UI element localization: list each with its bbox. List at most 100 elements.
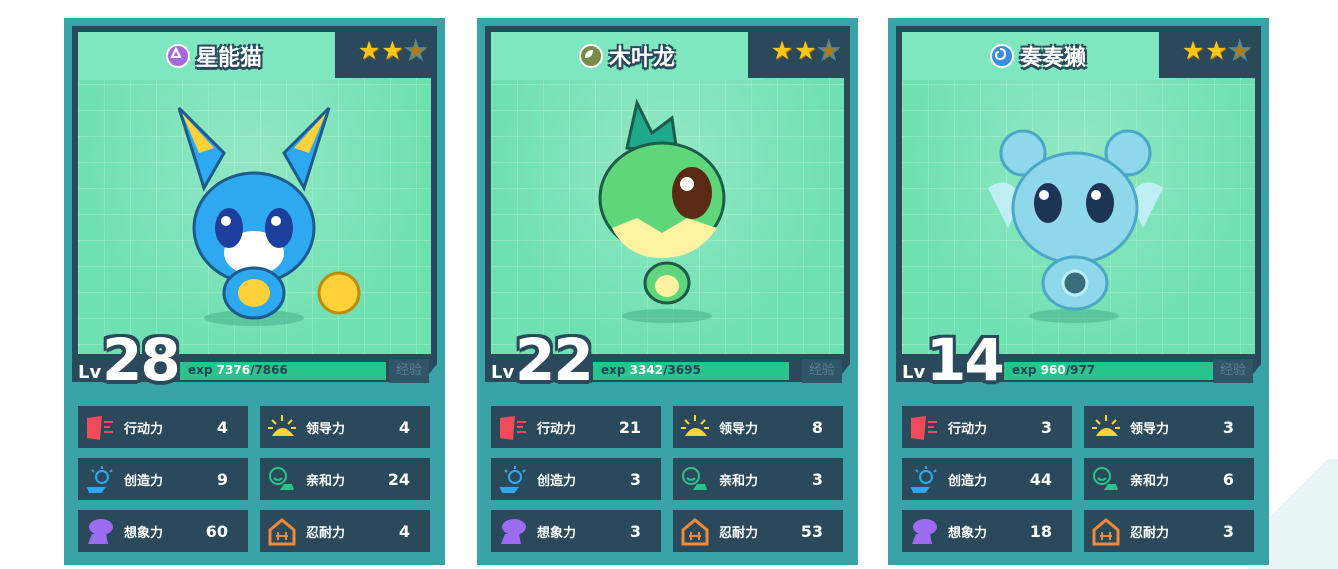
pet-name: 星能猫 — [64, 40, 364, 72]
stat-creativity: 创造力 9 — [78, 458, 248, 500]
star-rating: ★ ★ ★ — [1182, 36, 1252, 65]
stat-value: 3 — [629, 521, 641, 541]
stat-value: 6 — [1222, 469, 1234, 489]
element-icon — [578, 44, 603, 68]
star-empty-icon: ★ — [817, 36, 841, 65]
exp-button[interactable]: 经验 — [1213, 359, 1253, 383]
level-label: Lv — [78, 362, 102, 383]
stat-label: 亲和力 — [719, 473, 759, 489]
stat-label: 想象力 — [124, 525, 164, 541]
stat-label: 行动力 — [948, 421, 988, 437]
stat-leadership: 领导力 3 — [1084, 406, 1254, 448]
stat-value: 53 — [800, 521, 823, 541]
exp-text: exp 960/977 — [1012, 363, 1095, 377]
exp-text: exp 3342/3695 — [601, 363, 701, 377]
stat-value: 60 — [205, 521, 228, 541]
stat-label: 想象力 — [948, 525, 988, 541]
pet-card-1[interactable]: ★ ★ ★ 星能猫 Lv 28 exp 7376/7866 经验 行动力 4 领… — [64, 18, 445, 565]
stat-affinity: 亲和力 24 — [260, 458, 430, 500]
leadership-icon — [681, 415, 709, 436]
pet-name: 奏奏獭 — [888, 40, 1188, 72]
stat-label: 想象力 — [537, 525, 577, 541]
stat-label: 领导力 — [719, 421, 759, 437]
stat-affinity: 亲和力 6 — [1084, 458, 1254, 500]
affinity-icon — [682, 467, 707, 490]
action-icon — [87, 416, 113, 440]
stats-grid: 行动力 3 领导力 3 创造力 44 亲和力 6 想象力 18 忍耐力 3 — [902, 406, 1255, 552]
exp-max: /7866 — [250, 363, 288, 377]
stat-label: 创造力 — [948, 473, 988, 489]
stat-value: 3 — [811, 469, 823, 489]
stat-label: 亲和力 — [1130, 473, 1170, 489]
stat-endurance: 忍耐力 53 — [673, 510, 843, 552]
stat-value: 3 — [1040, 417, 1052, 437]
exp-current: 7376 — [216, 363, 251, 377]
stat-value: 3 — [1222, 521, 1234, 541]
endurance-icon — [681, 518, 709, 546]
exp-current: 3342 — [629, 363, 664, 377]
leadership-icon — [268, 415, 296, 436]
level-number: 14 — [926, 326, 1005, 394]
star-filled-icon: ★ — [381, 36, 404, 65]
endurance-icon — [1092, 518, 1120, 546]
stat-action: 行动力 21 — [491, 406, 661, 448]
affinity-icon — [269, 467, 294, 490]
pet-name-label: 奏奏獭 — [1019, 46, 1086, 71]
star-rating: ★ ★ ★ — [771, 36, 841, 65]
star-filled-icon: ★ — [794, 36, 817, 65]
stat-value: 4 — [398, 417, 410, 437]
stats-grid: 行动力 4 领导力 4 创造力 9 亲和力 24 想象力 60 忍耐力 4 — [78, 406, 431, 552]
stat-label: 亲和力 — [306, 473, 346, 489]
pet-name-label: 星能猫 — [195, 46, 262, 71]
level-row: Lv 28 exp 7376/7866 经验 — [72, 326, 437, 394]
level-number: 22 — [515, 326, 594, 394]
stat-label: 忍耐力 — [719, 525, 759, 541]
creativity-icon — [499, 466, 526, 493]
stat-imagination: 想象力 18 — [902, 510, 1072, 552]
stat-label: 领导力 — [1130, 421, 1170, 437]
stat-label: 创造力 — [124, 473, 164, 489]
pet-sprite — [988, 129, 1163, 323]
stat-value: 4 — [216, 417, 228, 437]
exp-label: exp — [188, 363, 213, 377]
exp-max: /977 — [1065, 363, 1096, 377]
star-empty-icon: ★ — [404, 36, 428, 65]
stat-label: 领导力 — [306, 421, 346, 437]
pet-sprite — [598, 98, 726, 323]
star-filled-icon: ★ — [1205, 36, 1228, 65]
exp-text: exp 7376/7866 — [188, 363, 288, 377]
imagination-icon — [88, 519, 113, 544]
endurance-icon — [268, 518, 296, 546]
star-rating: ★ ★ ★ — [358, 36, 428, 65]
imagination-icon — [912, 519, 937, 544]
exp-button[interactable]: 经验 — [802, 359, 842, 383]
leadership-icon — [1092, 415, 1120, 436]
stat-value: 8 — [811, 417, 823, 437]
level-label: Lv — [491, 362, 515, 383]
affinity-icon — [1093, 467, 1118, 490]
stat-value: 44 — [1029, 469, 1052, 489]
pet-card-2[interactable]: ★ ★ ★ 木叶龙 Lv 22 exp 3342/3695 经验 行动力 21 — [477, 18, 858, 565]
action-icon — [500, 416, 526, 440]
stat-value: 18 — [1029, 521, 1052, 541]
pet-sprite — [177, 106, 361, 326]
level-row: Lv 22 exp 3342/3695 经验 — [485, 326, 850, 394]
stat-value: 21 — [618, 417, 641, 437]
stat-action: 行动力 3 — [902, 406, 1072, 448]
level-number: 28 — [102, 326, 181, 394]
exp-label: exp — [601, 363, 626, 377]
stat-value: 9 — [216, 469, 228, 489]
exp-button[interactable]: 经验 — [389, 359, 429, 383]
stat-imagination: 想象力 60 — [78, 510, 248, 552]
pet-card-3[interactable]: ★ ★ ★ 奏奏獭 Lv 14 exp 960/977 经验 行动力 3 领导力… — [888, 18, 1269, 565]
stat-creativity: 创造力 44 — [902, 458, 1072, 500]
stat-label: 创造力 — [537, 473, 577, 489]
stat-label: 忍耐力 — [306, 525, 346, 541]
stats-grid: 行动力 21 领导力 8 创造力 3 亲和力 3 想象力 3 忍耐力 53 — [491, 406, 844, 552]
element-icon — [989, 44, 1014, 68]
stat-imagination: 想象力 3 — [491, 510, 661, 552]
element-icon — [165, 44, 190, 68]
stat-affinity: 亲和力 3 — [673, 458, 843, 500]
exp-current: 960 — [1040, 363, 1066, 377]
stat-label: 行动力 — [124, 421, 164, 437]
